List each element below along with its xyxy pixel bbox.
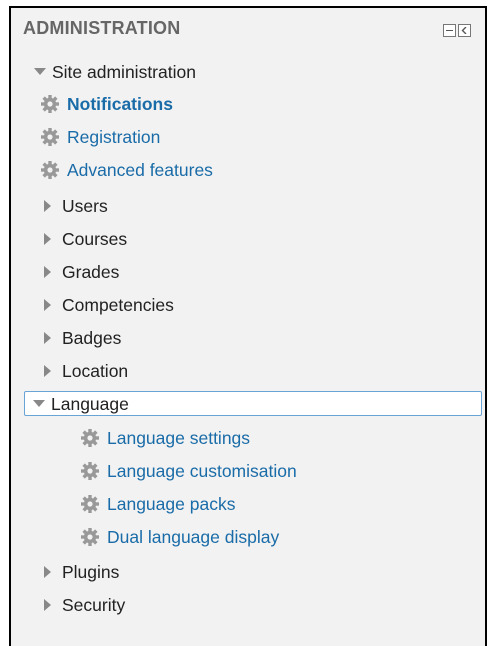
block-controls bbox=[443, 24, 471, 37]
dock-icon[interactable] bbox=[458, 24, 471, 37]
link-label: Dual language display bbox=[107, 526, 280, 547]
tree-item-language[interactable]: Language bbox=[33, 392, 129, 416]
link-dual-language-display[interactable]: Dual language display bbox=[80, 525, 279, 549]
tree-item-location[interactable]: Location bbox=[44, 359, 128, 383]
link-label: Language settings bbox=[107, 427, 251, 448]
gear-icon bbox=[80, 461, 107, 481]
tree-item-label: Competencies bbox=[62, 294, 174, 315]
link-notifications[interactable]: Notifications bbox=[40, 92, 173, 116]
gear-icon bbox=[80, 527, 107, 547]
link-registration[interactable]: Registration bbox=[40, 125, 160, 149]
gear-icon bbox=[40, 94, 67, 114]
tree-item-label: Site administration bbox=[52, 61, 196, 82]
tree-item-users[interactable]: Users bbox=[44, 194, 108, 218]
hide-icon[interactable] bbox=[443, 24, 456, 37]
gear-icon bbox=[40, 160, 67, 180]
caret-right-icon bbox=[44, 599, 62, 611]
link-advanced-features[interactable]: Advanced features bbox=[40, 158, 213, 182]
tree-item-security[interactable]: Security bbox=[44, 593, 125, 617]
tree-item-courses[interactable]: Courses bbox=[44, 227, 127, 251]
tree-item-plugins[interactable]: Plugins bbox=[44, 560, 119, 584]
link-label: Language customisation bbox=[107, 460, 297, 481]
caret-right-icon bbox=[44, 566, 62, 578]
tree-item-label: Users bbox=[62, 195, 108, 216]
gear-icon bbox=[80, 428, 107, 448]
caret-down-icon bbox=[34, 68, 52, 76]
caret-right-icon bbox=[44, 266, 62, 278]
caret-right-icon bbox=[44, 200, 62, 212]
tree-item-label: Plugins bbox=[62, 561, 120, 582]
tree-item-grades[interactable]: Grades bbox=[44, 260, 119, 284]
caret-right-icon bbox=[44, 299, 62, 311]
link-label: Registration bbox=[67, 126, 161, 147]
link-label: Language packs bbox=[107, 493, 236, 514]
link-language-packs[interactable]: Language packs bbox=[80, 492, 235, 516]
tree-item-label: Location bbox=[62, 360, 129, 381]
tree-item-site-administration[interactable]: Site administration bbox=[34, 60, 196, 84]
tree-item-label: Grades bbox=[62, 261, 120, 282]
block-title: ADMINISTRATION bbox=[23, 18, 181, 38]
tree-item-label: Security bbox=[62, 594, 126, 615]
caret-down-icon bbox=[33, 400, 51, 408]
link-label: Advanced features bbox=[67, 159, 213, 180]
gear-icon bbox=[80, 494, 107, 514]
tree-item-label: Language bbox=[51, 393, 129, 414]
caret-right-icon bbox=[44, 365, 62, 377]
caret-right-icon bbox=[44, 332, 62, 344]
tree-item-label: Badges bbox=[62, 327, 122, 348]
link-language-settings[interactable]: Language settings bbox=[80, 426, 250, 450]
link-label: Notifications bbox=[67, 93, 173, 114]
tree-item-competencies[interactable]: Competencies bbox=[44, 293, 174, 317]
tree-item-label: Courses bbox=[62, 228, 128, 249]
tree-item-badges[interactable]: Badges bbox=[44, 326, 121, 350]
link-language-customisation[interactable]: Language customisation bbox=[80, 459, 297, 483]
gear-icon bbox=[40, 127, 67, 147]
caret-right-icon bbox=[44, 233, 62, 245]
